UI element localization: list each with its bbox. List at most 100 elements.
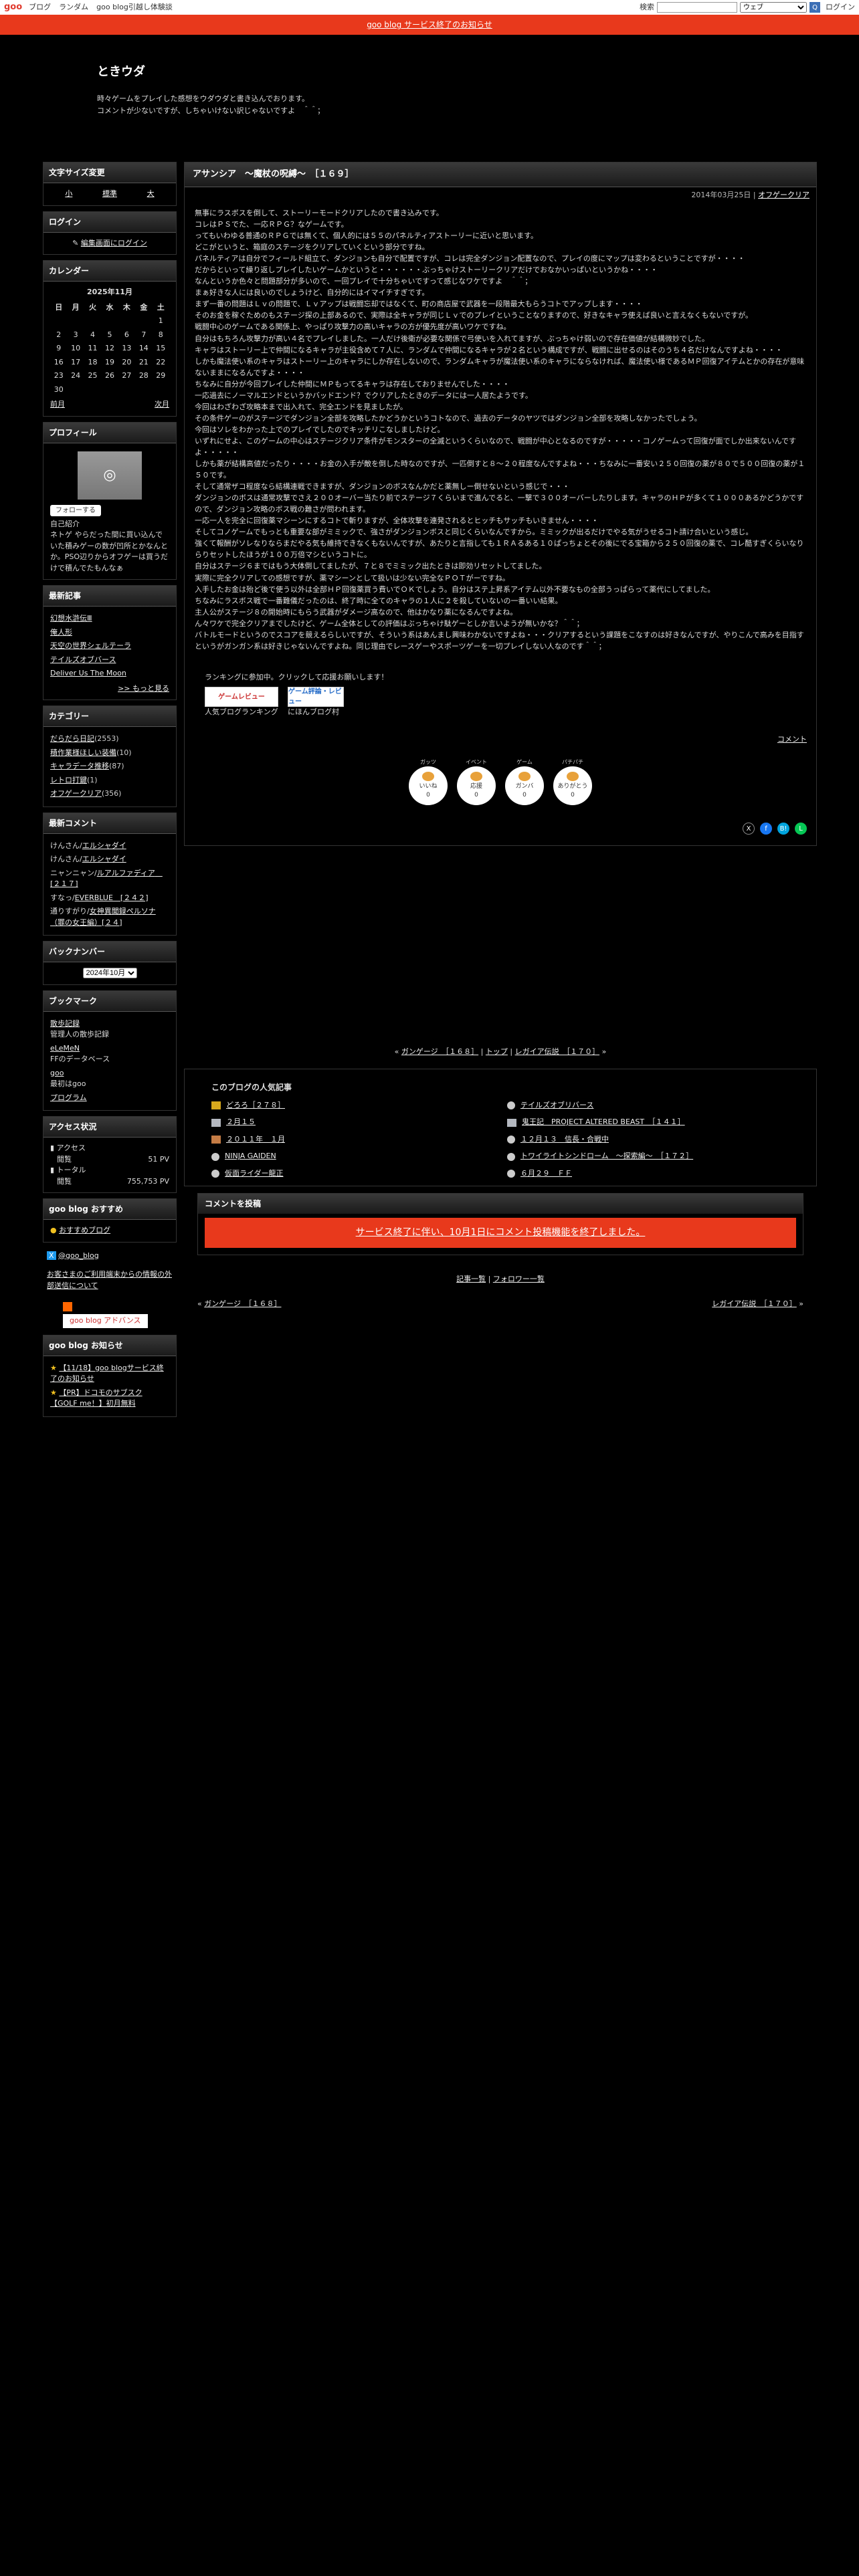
- entry-list-link[interactable]: 記事一覧: [456, 1275, 486, 1283]
- line-share-icon[interactable]: L: [795, 823, 807, 835]
- font-standard-link[interactable]: 標準: [102, 189, 117, 200]
- bookmark-desc: 最初はgoo: [50, 1079, 86, 1088]
- popular-link[interactable]: 仮面ライダー龍正: [225, 1168, 284, 1180]
- reaction-button[interactable]: ガッツ いいね 0: [409, 758, 448, 806]
- recent-post-link[interactable]: テイルズオブバース: [50, 655, 116, 664]
- pager-prev-link[interactable]: ガンゲージ ［１６８］: [401, 1047, 478, 1056]
- facebook-share-icon[interactable]: f: [760, 823, 772, 835]
- recent-comments-heading: 最新コメント: [43, 813, 176, 834]
- reaction-circle[interactable]: いいね 0: [409, 766, 448, 806]
- news-link[interactable]: 【11/18】goo blogサービス終了のお知らせ: [50, 1364, 164, 1384]
- comment-post-link[interactable]: EVERBLUE [２４２]: [75, 893, 149, 902]
- recent-post-link[interactable]: Deliver Us The Moon: [50, 669, 126, 677]
- ranking-banner-image[interactable]: ゲーム評論・レビュー: [288, 687, 344, 708]
- bookmark-link[interactable]: 散歩記録: [50, 1019, 80, 1028]
- reaction-button[interactable]: イベント 応援 0: [457, 758, 496, 806]
- recent-more-link[interactable]: >> もっと見る: [118, 684, 169, 693]
- popular-link[interactable]: 鬼王記 PROJECT ALTERED BEAST ［１４１］: [522, 1117, 685, 1128]
- reaction-label: ガンバ: [515, 782, 534, 790]
- edit-login-link[interactable]: 編集画面にログイン: [81, 239, 147, 247]
- news-link[interactable]: 【PR】ドコモのサブスク【GOLF me！】初月無料: [50, 1388, 142, 1408]
- x-account-link[interactable]: @goo_blog: [58, 1251, 99, 1260]
- rss-icon[interactable]: [63, 1302, 72, 1311]
- bookmark-link[interactable]: eLeMeN: [50, 1044, 80, 1053]
- calendar-box: カレンダー 2025年11月 日月火水木金土 1 2 3 4 5 6 7 8 9 10 11 12 13…: [43, 260, 177, 417]
- ranking-banner-1[interactable]: ゲームレビュー 人気ブログランキング: [205, 687, 278, 718]
- comment-closed-notice[interactable]: サービス終了に伴い、10月1日にコメント投稿機能を終了しました。: [356, 1227, 646, 1238]
- comment-post-link[interactable]: エルシャダイ: [82, 841, 126, 850]
- font-small-link[interactable]: 小: [65, 189, 72, 200]
- ranking-banner-label[interactable]: 人気ブログランキング: [205, 707, 278, 718]
- list-item: けんさん/エルシャダイ: [50, 855, 126, 863]
- recent-post-link[interactable]: 俺人形: [50, 628, 72, 637]
- follower-list-link[interactable]: フォロワー一覧: [493, 1275, 545, 1283]
- search-input[interactable]: [657, 2, 737, 13]
- next-entry-link[interactable]: レガイア伝説 ［１７０］: [712, 1299, 797, 1308]
- popular-link[interactable]: ６月２９ ＦＦ: [520, 1168, 572, 1180]
- recommend-link[interactable]: おすすめブログ: [59, 1226, 110, 1235]
- reaction-circle[interactable]: ガンバ 0: [505, 766, 544, 806]
- recent-posts-heading: 最新記事: [43, 586, 176, 607]
- advance-button[interactable]: goo blog アドバンス: [63, 1314, 148, 1328]
- recent-post-link[interactable]: 幻想水滸伝Ⅲ: [50, 614, 92, 623]
- reaction-circle[interactable]: 応援 0: [457, 766, 496, 806]
- backnumber-select[interactable]: 2024年10月: [82, 968, 137, 978]
- follow-button[interactable]: フォローする: [50, 504, 101, 516]
- bookmark-link[interactable]: goo: [50, 1069, 64, 1077]
- login-link[interactable]: ログイン: [826, 2, 855, 13]
- ranking-banner-2[interactable]: ゲーム評論・レビュー にほんブログ村: [288, 687, 361, 718]
- reaction-button[interactable]: ゲーム ガンバ 0: [505, 758, 544, 806]
- ranking-banner-label[interactable]: にほんブログ村: [288, 707, 361, 718]
- comment-post-link[interactable]: エルシャダイ: [82, 855, 126, 863]
- search-icon[interactable]: Q: [809, 2, 820, 13]
- popular-link[interactable]: どろろ［２７８］: [226, 1100, 285, 1111]
- popular-link[interactable]: ２月１５: [226, 1117, 256, 1128]
- ranking-banner-image[interactable]: ゲームレビュー: [205, 687, 278, 708]
- category-link[interactable]: オフゲークリア: [50, 789, 102, 798]
- external-info-link[interactable]: お客さまのご利用端末からの情報の外部送信について: [47, 1270, 172, 1290]
- calendar-day: 2: [56, 330, 62, 339]
- news-heading: goo blog お知らせ: [43, 1335, 176, 1356]
- prev-entry-link[interactable]: ガンゲージ ［１６８］: [204, 1299, 281, 1308]
- calendar-prev-link[interactable]: 前月: [50, 399, 65, 411]
- bookmark-desc: 管理人の散歩記録: [50, 1030, 109, 1039]
- reaction-label: ありがとう: [557, 782, 588, 790]
- blog-title[interactable]: ときウダ: [97, 63, 859, 81]
- nav-blog[interactable]: ブログ: [29, 2, 51, 13]
- popular-link[interactable]: テイルズオブリバース: [520, 1100, 593, 1111]
- category-link[interactable]: レトロ打鍵: [50, 776, 87, 784]
- popular-link[interactable]: NINJA GAIDEN: [225, 1151, 276, 1162]
- popular-link[interactable]: １２月１３ 信長・合戦中: [520, 1134, 609, 1146]
- hatena-share-icon[interactable]: B!: [777, 823, 789, 835]
- global-nav: ブログ ランダム goo blog引越し体験談: [29, 2, 173, 13]
- backnumber-heading: バックナンバー: [43, 942, 176, 962]
- category-link[interactable]: 積作業様ほしい装備: [50, 748, 116, 757]
- popular-link[interactable]: トワイライトシンドローム ～探索編～ ［１７２］: [520, 1151, 693, 1162]
- calendar-next-link[interactable]: 次月: [155, 399, 169, 411]
- x-share-icon[interactable]: X: [743, 823, 755, 835]
- search-scope-select[interactable]: ウェブ: [740, 2, 807, 13]
- popular-link[interactable]: ２０１１年 １月: [226, 1134, 285, 1146]
- reaction-circle[interactable]: ありがとう 0: [553, 766, 592, 806]
- service-end-notice-link[interactable]: goo blog サービス終了のお知らせ: [367, 19, 492, 31]
- category-link[interactable]: だらだら日記: [50, 734, 94, 743]
- reaction-button[interactable]: パチパチ ありがとう 0: [553, 758, 592, 806]
- entry-category-link[interactable]: オフゲークリア: [758, 191, 809, 199]
- pager-top-link[interactable]: トップ: [486, 1047, 508, 1056]
- calendar-heading: カレンダー: [43, 261, 176, 282]
- comment-link[interactable]: コメント: [777, 735, 807, 744]
- pager-next-link[interactable]: レガイア伝説 ［１７０］: [515, 1047, 600, 1056]
- nav-random[interactable]: ランダム: [59, 2, 88, 13]
- profile-avatar[interactable]: ◎: [78, 451, 142, 500]
- calendar-day: [101, 314, 118, 328]
- entry-title[interactable]: アサンシア ～魔杖の呪縛～ ［１６９］: [185, 163, 816, 187]
- nav-migration[interactable]: goo blog引越し体験談: [96, 2, 173, 13]
- category-link[interactable]: キャラデータ推移: [50, 762, 109, 770]
- recent-post-link[interactable]: 天空の世界シェルテーラ: [50, 641, 131, 650]
- popular-item: NINJA GAIDEN: [211, 1151, 494, 1162]
- search-label: 検索: [640, 2, 654, 11]
- font-large-link[interactable]: 大: [147, 189, 155, 200]
- entry-paragraph: ちなみに自分が今回プレイした仲間にＭＰもってるキャラは存在しておりませんでした・…: [195, 379, 510, 389]
- bookmark-link[interactable]: プログラム: [50, 1093, 87, 1102]
- goo-logo[interactable]: goo: [4, 1, 22, 14]
